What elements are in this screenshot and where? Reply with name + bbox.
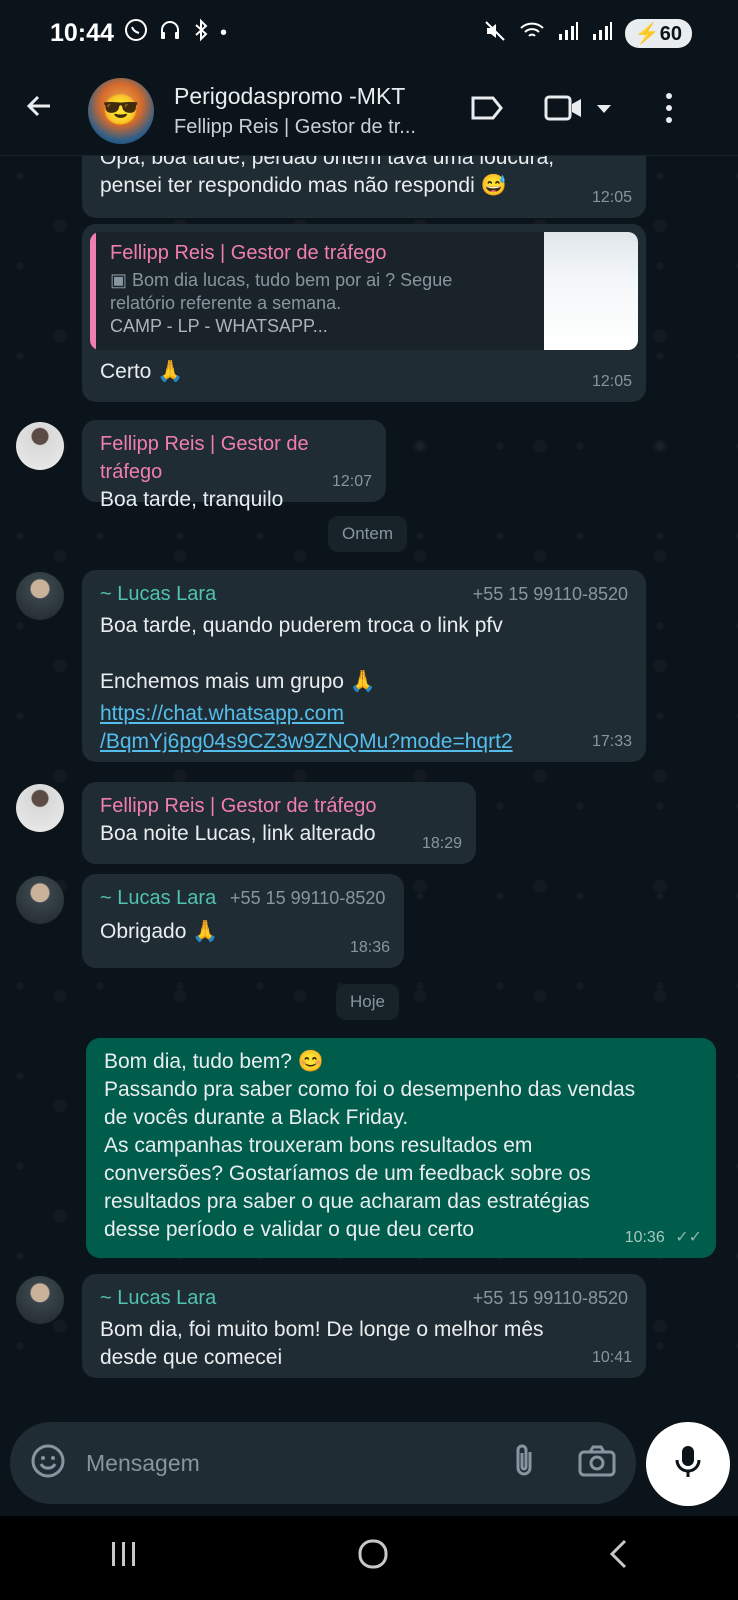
headphones-icon [158,18,182,48]
read-ticks-icon: ✓✓ [675,1229,702,1246]
message-bubble[interactable]: Fellipp Reis | Gestor de tráfego Boa tar… [82,420,386,511]
sender-phone: +55 15 99110-8520 [472,584,628,604]
message-bubble[interactable]: Fellipp Reis | Gestor de tráfego ▣ Bom d… [82,224,646,402]
whatsapp-icon [124,18,148,48]
avatar[interactable] [16,422,64,470]
chevron-down-icon[interactable] [596,102,612,120]
system-navigation-bar [0,1516,738,1600]
quoted-text: Bom dia lucas, tudo bem por ai ? Segue [132,270,453,290]
quoted-text: relatório referente a semana. [110,293,342,313]
chat-header: 😎 Perigodaspromo -MKT Fellipp Reis | Ges… [0,66,738,156]
message-time: 12:05 [591,189,632,206]
sender-name[interactable]: ~ Lucas Lara [100,580,216,608]
message-time: 10:41 [591,1349,632,1366]
dot-icon: • [219,21,227,44]
back-nav-icon[interactable] [607,1538,629,1578]
video-call-icon[interactable] [544,93,584,128]
message-text: Boa tarde, quando puderem troca o link p… [100,614,503,637]
message-text: pensei ter respondido mas não respondi 😅 [100,174,507,197]
sender-name[interactable]: Fellipp Reis | Gestor de tráfego [100,430,368,486]
microphone-icon [674,1444,702,1485]
message-time: 10:36 [624,1229,665,1246]
message-text: de vocês durante a Black Friday. [104,1106,409,1129]
group-avatar[interactable]: 😎 [88,77,154,144]
sender-name[interactable]: ~ Lucas Lara [100,1284,216,1312]
camera-icon[interactable] [578,1445,616,1482]
message-text: desse período e validar o que deu certo [104,1218,475,1241]
message-bubble[interactable]: ~ Lucas Lara +55 15 99110-8520 Obrigado … [82,874,404,968]
message-text: Obrigado 🙏 [100,920,219,943]
message-text: resultados pra saber o que acharam das e… [104,1190,590,1213]
message-bubble[interactable]: ~ Lucas Lara +55 15 99110-8520 Boa tarde… [82,570,646,762]
message-text: Certo 🙏 [100,360,184,383]
outgoing-message-bubble[interactable]: Bom dia, tudo bem? 😊 Passando pra saber … [86,1038,716,1258]
quoted-sender: Fellipp Reis | Gestor de tráfego [110,242,387,264]
quoted-thumbnail [544,232,638,350]
sender-phone: +55 15 99110-8520 [230,888,386,908]
signal-icon-2 [591,20,613,47]
avatar[interactable] [16,784,64,832]
message-time: 18:29 [421,835,462,852]
status-bar: 10:44 • ⚡60 [0,0,738,66]
status-time: 10:44 [50,18,114,47]
date-divider: Ontem [328,516,408,552]
message-text: Enchemos mais um grupo 🙏 [100,670,376,693]
chat-messages[interactable]: Opa, boa tarde, perdão ontem tava uma lo… [0,156,738,1420]
avatar[interactable] [16,1276,64,1324]
group-subtitle: Fellipp Reis | Gestor de tr... [174,115,416,138]
message-time: 18:36 [349,939,390,956]
message-bubble[interactable]: Opa, boa tarde, perdão ontem tava uma lo… [82,156,646,218]
message-time: 12:07 [331,473,372,490]
date-divider: Hoje [336,984,399,1020]
header-info[interactable]: Perigodaspromo -MKT Fellipp Reis | Gesto… [174,83,444,139]
message-text: Passando pra saber como foi o desempenho… [104,1078,636,1101]
mute-icon [483,19,507,48]
message-time: 17:33 [591,733,632,750]
battery-level: 60 [659,22,682,45]
image-icon: ▣ [110,270,133,290]
wifi-icon [519,20,545,47]
message-composer [10,1422,636,1504]
more-vertical-icon[interactable] [664,92,674,129]
message-text: Bom dia, tudo bem? 😊 [104,1050,324,1073]
quoted-text: CAMP - LP - WHATSAPP... [110,316,328,336]
message-text: As campanhas trouxeram bons resultados e… [104,1134,533,1157]
message-time: 12:05 [591,373,632,390]
message-link[interactable]: /BqmYj6pg04s9CZ3w9ZNQMu?mode=hqrt2 [100,728,628,756]
message-text: desde que comecei [100,1346,283,1369]
message-text: Opa, boa tarde, perdão ontem tava uma lo… [100,156,555,169]
signal-icon [557,20,579,47]
message-input[interactable] [86,1449,466,1477]
message-bubble[interactable]: ~ Lucas Lara +55 15 99110-8520 Bom dia, … [82,1274,646,1378]
paperclip-icon[interactable] [510,1442,538,1485]
avatar[interactable] [16,876,64,924]
message-text: conversões? Gostaríamos de um feedback s… [104,1162,591,1185]
message-bubble[interactable]: Fellipp Reis | Gestor de tráfego Boa noi… [82,782,476,864]
label-icon[interactable] [470,93,504,128]
quoted-message[interactable]: Fellipp Reis | Gestor de tráfego ▣ Bom d… [90,232,638,350]
sender-name[interactable]: ~ Lucas Lara [100,887,216,909]
message-text: Bom dia, foi muito bom! De longe o melho… [100,1318,544,1341]
avatar[interactable] [16,572,64,620]
group-title: Perigodaspromo -MKT [174,82,406,109]
sender-phone: +55 15 99110-8520 [472,1288,628,1308]
recent-apps-icon[interactable] [109,1540,139,1576]
home-icon[interactable] [357,1538,389,1578]
sender-name[interactable]: Fellipp Reis | Gestor de tráfego [100,792,458,820]
mic-button[interactable] [646,1422,730,1506]
battery-indicator: ⚡60 [624,18,692,48]
message-text: Boa noite Lucas, link alterado [100,822,376,845]
emoji-icon[interactable] [30,1443,66,1484]
back-arrow-icon[interactable] [24,91,68,130]
message-link[interactable]: https://chat.whatsapp.com [100,700,628,728]
message-text: Boa tarde, tranquilo [100,488,284,511]
bluetooth-icon [192,18,210,48]
